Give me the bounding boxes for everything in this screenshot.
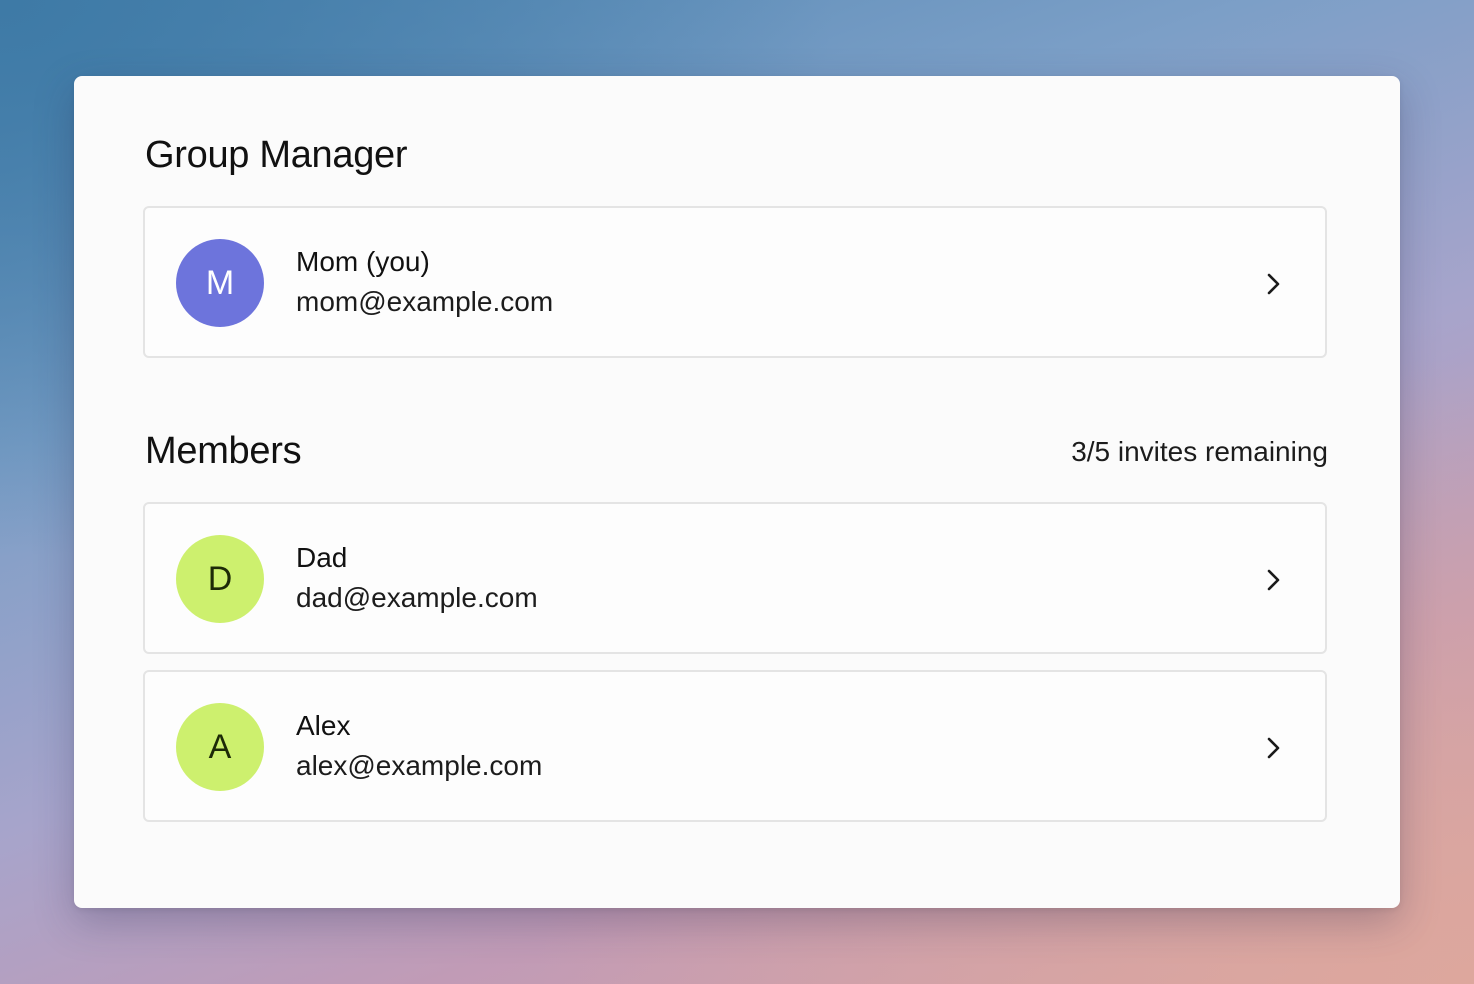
avatar: M <box>176 239 264 327</box>
member-row-dad[interactable]: D Dad dad@example.com <box>143 502 1327 654</box>
avatar: D <box>176 535 264 623</box>
group-manager-card: Group Manager M Mom (you) mom@example.co… <box>74 76 1400 908</box>
chevron-right-icon[interactable] <box>1261 734 1285 762</box>
member-row-alex[interactable]: A Alex alex@example.com <box>143 670 1327 822</box>
avatar: A <box>176 703 264 791</box>
member-name: Mom (you) <box>296 246 430 277</box>
members-heading: Members <box>145 430 302 472</box>
member-email: mom@example.com <box>296 286 554 317</box>
chevron-right-icon[interactable] <box>1261 566 1285 594</box>
group-manager-heading: Group Manager <box>145 134 408 176</box>
member-name: Alex <box>296 710 351 741</box>
member-email: dad@example.com <box>296 582 538 613</box>
member-email: alex@example.com <box>296 750 543 781</box>
manager-row-mom[interactable]: M Mom (you) mom@example.com <box>143 206 1327 358</box>
invites-remaining-label: 3/5 invites remaining <box>1071 436 1328 467</box>
member-name: Dad <box>296 542 348 573</box>
chevron-right-icon[interactable] <box>1261 270 1285 298</box>
